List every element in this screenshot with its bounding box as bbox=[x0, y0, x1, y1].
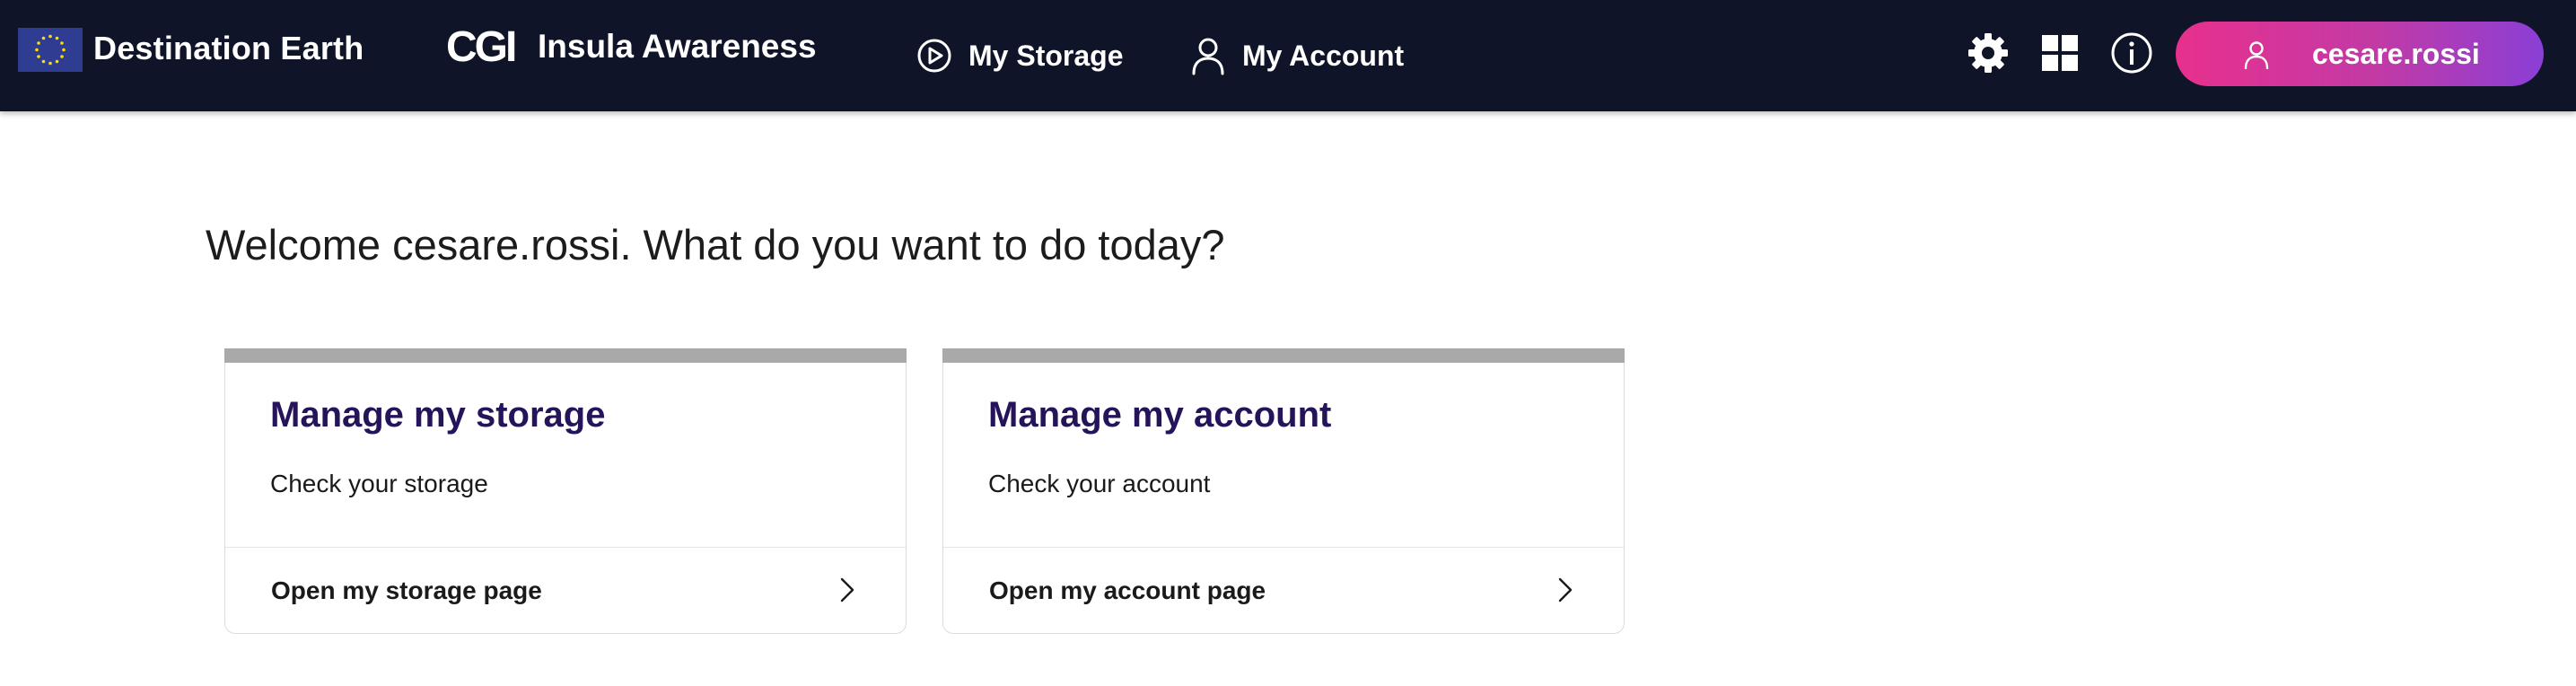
top-navigation-bar: Destination Earth CGI Insula Awareness M… bbox=[0, 0, 2576, 111]
eu-star bbox=[37, 55, 40, 58]
eu-star bbox=[48, 61, 52, 66]
manage-account-card: Manage my account Check your account Ope… bbox=[942, 348, 1625, 634]
card-description: Check your storage bbox=[270, 470, 488, 497]
info-button[interactable] bbox=[2109, 31, 2154, 75]
chevron-right-icon bbox=[1558, 577, 1573, 602]
card-description: Check your account bbox=[988, 470, 1211, 497]
nav-my-storage-label: My Storage bbox=[968, 39, 1124, 72]
user-icon bbox=[1192, 38, 1224, 75]
eu-star bbox=[55, 36, 59, 40]
card-accent-bar bbox=[224, 348, 907, 363]
eu-star bbox=[41, 36, 46, 40]
eu-star bbox=[60, 41, 64, 45]
info-icon bbox=[2111, 32, 2152, 74]
username-label: cesare.rossi bbox=[2312, 38, 2480, 70]
card-title: Manage my storage bbox=[270, 395, 606, 435]
gear-icon bbox=[1968, 33, 2008, 73]
open-account-page-link[interactable]: Open my account page bbox=[943, 548, 1624, 634]
card-link-label: Open my account page bbox=[989, 576, 1266, 604]
eu-star bbox=[55, 59, 59, 64]
nav-my-account[interactable]: My Account bbox=[1190, 32, 1404, 79]
eu-star bbox=[35, 48, 39, 52]
eu-star bbox=[41, 59, 46, 64]
chevron-right-icon bbox=[840, 577, 854, 602]
destination-earth-title: Destination Earth bbox=[93, 30, 364, 66]
apps-button[interactable] bbox=[2037, 31, 2082, 75]
card-link-label: Open my storage page bbox=[271, 576, 542, 604]
settings-button[interactable] bbox=[1966, 31, 2011, 75]
open-storage-page-link[interactable]: Open my storage page bbox=[225, 548, 906, 634]
user-icon bbox=[2244, 41, 2269, 69]
eu-star bbox=[60, 55, 64, 58]
card-accent-bar bbox=[942, 348, 1625, 363]
eu-star bbox=[62, 48, 66, 52]
cgi-logo: CGI bbox=[446, 23, 517, 71]
apps-grid-icon bbox=[2042, 35, 2078, 71]
card-title: Manage my account bbox=[988, 395, 1332, 435]
user-menu-button[interactable]: cesare.rossi bbox=[2176, 22, 2544, 86]
welcome-heading: Welcome cesare.rossi. What do you want t… bbox=[206, 221, 1225, 268]
eu-star bbox=[48, 34, 52, 39]
app-title: Insula Awareness bbox=[538, 28, 817, 65]
eu-flag-logo bbox=[18, 28, 83, 72]
nav-my-storage[interactable]: My Storage bbox=[916, 32, 1123, 79]
play-circle-icon bbox=[917, 39, 951, 73]
manage-storage-card: Manage my storage Check your storage Ope… bbox=[224, 348, 907, 634]
eu-star bbox=[37, 41, 40, 45]
nav-my-account-label: My Account bbox=[1242, 39, 1405, 72]
